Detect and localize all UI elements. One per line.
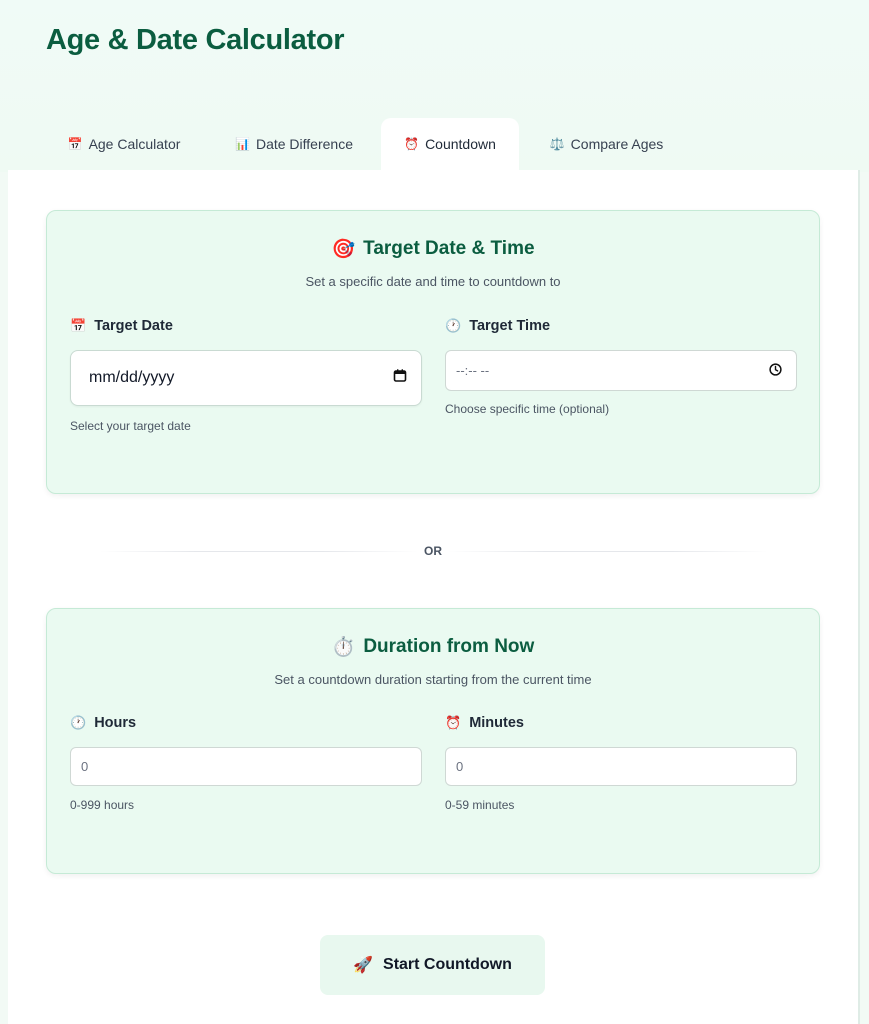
clock-icon: 🕐: [445, 318, 462, 333]
minutes-label-text: Minutes: [469, 715, 524, 731]
tab-age-calculator[interactable]: 📅 Age Calculator: [50, 118, 198, 170]
clock-icon: 🕐: [70, 715, 87, 730]
target-date-card: 🎯 Target Date & Time Set a specific date…: [46, 210, 820, 494]
rocket-icon: 🚀: [353, 957, 374, 974]
separator-or: OR: [424, 544, 442, 558]
hours-input[interactable]: 0: [70, 747, 422, 786]
duration-title-text: Duration from Now: [363, 636, 535, 657]
tab-label: Date Difference: [255, 136, 353, 152]
alarm-clock-icon: ⏰: [404, 137, 420, 151]
tab-bar: 📅 Age Calculator 📊 Date Difference ⏰ Cou…: [0, 118, 869, 170]
target-date-input[interactable]: mm/dd/yyyy: [70, 350, 422, 406]
target-card-title: 🎯 Target Date & Time: [47, 237, 819, 261]
tab-label: Countdown: [425, 136, 496, 152]
tab-label: Compare Ages: [570, 136, 664, 152]
target-date-label: 📅 Target Date: [70, 318, 173, 334]
hours-value: 0: [81, 759, 89, 774]
calendar-picker-icon[interactable]: [393, 369, 407, 388]
minutes-value: 0: [456, 759, 464, 774]
target-date-help: Select your target date: [70, 419, 191, 433]
time-placeholder: --:-- --: [456, 363, 490, 378]
separator-line-left: [100, 551, 418, 552]
stopwatch-icon: ⏱️: [331, 637, 356, 658]
alarm-clock-icon: ⏰: [445, 715, 462, 730]
tab-label: Age Calculator: [88, 136, 181, 152]
target-time-help: Choose specific time (optional): [445, 402, 610, 416]
minutes-input[interactable]: 0: [445, 747, 797, 786]
calendar-icon: 📅: [67, 137, 83, 151]
minutes-label: ⏰ Minutes: [445, 715, 524, 731]
date-placeholder: mm/dd/yyyy: [89, 369, 175, 386]
start-countdown-label: Start Countdown: [383, 956, 512, 973]
hours-label-text: Hours: [94, 715, 137, 731]
target-title-text: Target Date & Time: [363, 238, 535, 259]
tab-countdown[interactable]: ⏰ Countdown: [381, 118, 519, 170]
target-time-input[interactable]: --:-- --: [445, 350, 797, 391]
target-time-label-text: Target Time: [469, 318, 551, 334]
tab-date-difference[interactable]: 📊 Date Difference: [220, 118, 368, 170]
duration-card-subtitle: Set a countdown duration starting from t…: [274, 672, 592, 687]
app-title: Age & Date Calculator: [46, 24, 345, 56]
target-time-label: 🕐 Target Time: [445, 318, 550, 334]
bar-chart-icon: 📊: [235, 137, 250, 151]
hours-help: 0-999 hours: [70, 798, 135, 812]
minutes-help: 0-59 minutes: [445, 798, 515, 812]
target-card-subtitle: Set a specific date and time to countdow…: [305, 274, 561, 289]
hours-label: 🕐 Hours: [70, 715, 136, 731]
scales-icon: ⚖️: [549, 137, 565, 151]
duration-card-title: ⏱️ Duration from Now: [47, 635, 819, 659]
start-countdown-button[interactable]: 🚀 Start Countdown: [320, 935, 545, 995]
target-icon: 🎯: [331, 239, 356, 260]
clock-picker-icon[interactable]: [769, 362, 782, 379]
duration-card: ⏱️ Duration from Now Set a countdown dur…: [46, 608, 820, 874]
calendar-icon: 📅: [70, 318, 87, 333]
tab-compare-ages[interactable]: ⚖️ Compare Ages: [535, 118, 678, 170]
target-date-label-text: Target Date: [94, 318, 173, 334]
separator-line-right: [448, 551, 768, 552]
